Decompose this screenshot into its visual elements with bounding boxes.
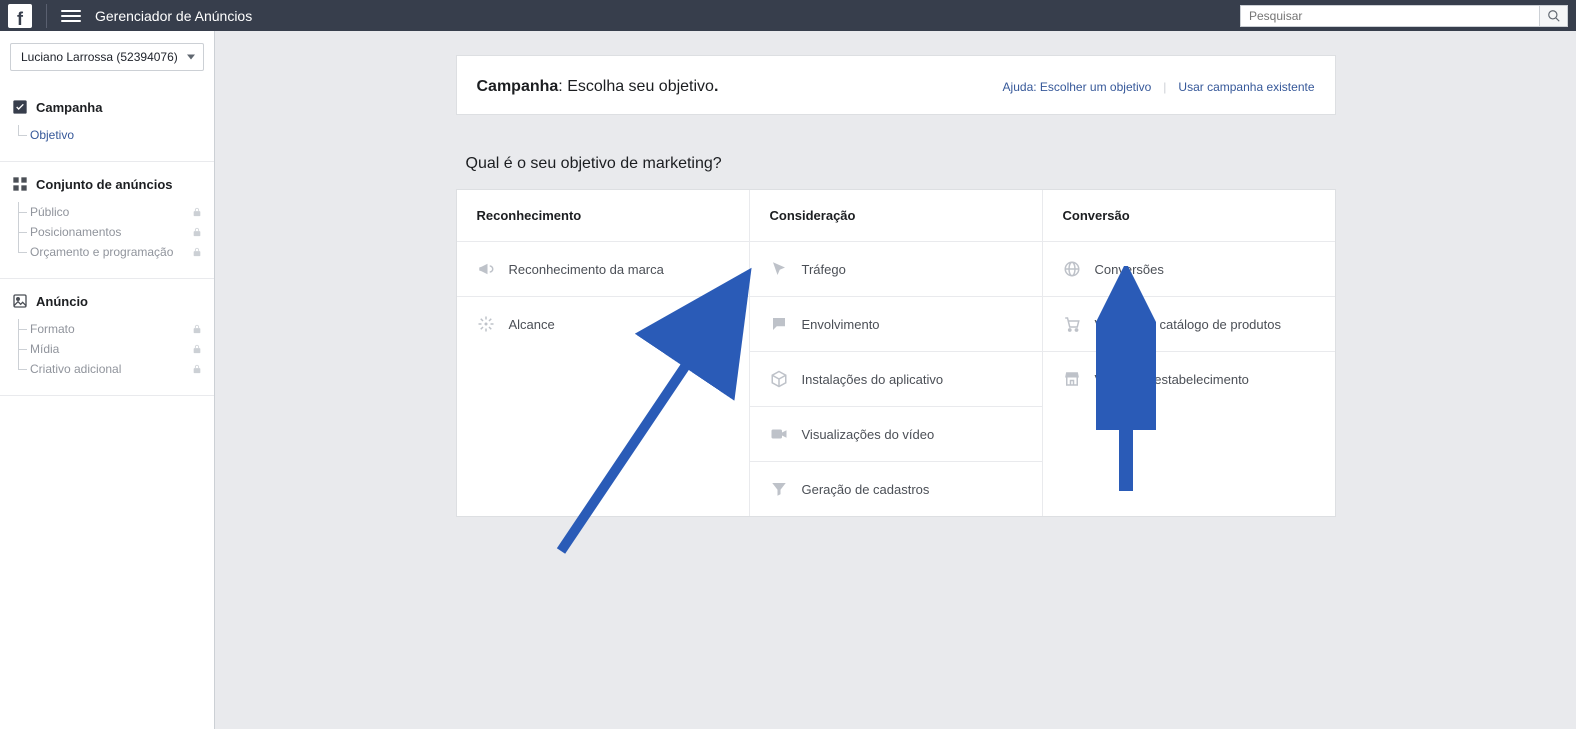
objective-label: Reconhecimento da marca — [509, 262, 664, 277]
card-header: Campanha: Escolha seu objetivo. Ajuda: E… — [457, 56, 1335, 114]
main: Campanha: Escolha seu objetivo. Ajuda: E… — [215, 31, 1576, 729]
card-title-rest: : Escolha seu objetivo — [558, 78, 714, 95]
account-selector[interactable]: Luciano Larrossa (52394076) — [10, 43, 204, 71]
comment-icon — [770, 315, 788, 333]
objective-label: Envolvimento — [802, 317, 880, 332]
facebook-logo-icon[interactable]: f — [8, 4, 32, 28]
objective-label: Vendas do catálogo de produtos — [1095, 317, 1281, 332]
use-existing-link[interactable]: Usar campanha existente — [1178, 80, 1314, 94]
lock-icon — [192, 206, 202, 218]
cursor-icon — [770, 260, 788, 278]
sidebar-section-ad: Anúncio Formato Mídia Criativo adicional — [0, 279, 214, 396]
sidebar-item-label: Público — [30, 205, 69, 219]
cart-icon — [1063, 315, 1081, 333]
checkbox-checked-icon — [12, 99, 28, 115]
objectives-column-consideration: Consideração Tráfego Envolvimento Instal… — [750, 190, 1043, 516]
search — [1240, 5, 1568, 27]
sidebar-heading-ad[interactable]: Anúncio — [0, 293, 214, 319]
objectives-grid: Reconhecimento Reconhecimento da marca A… — [456, 189, 1336, 517]
megaphone-icon — [477, 260, 495, 278]
objective-app-installs[interactable]: Instalações do aplicativo — [750, 352, 1042, 407]
card-title: Campanha: Escolha seu objetivo. — [477, 78, 719, 96]
funnel-icon — [770, 480, 788, 498]
lock-icon — [192, 343, 202, 355]
lock-icon — [192, 246, 202, 258]
search-button[interactable] — [1540, 5, 1568, 27]
sidebar-heading-adset[interactable]: Conjunto de anúncios — [0, 176, 214, 202]
sidebar-heading-label: Conjunto de anúncios — [36, 177, 173, 192]
store-icon — [1063, 370, 1081, 388]
objective-label: Conversões — [1095, 262, 1164, 277]
objectives-column-awareness: Reconhecimento Reconhecimento da marca A… — [457, 190, 750, 516]
sidebar-item-format: Formato — [0, 319, 214, 339]
sidebar-item-budget: Orçamento e programação — [0, 242, 214, 262]
sidebar-item-label: Criativo adicional — [30, 362, 121, 376]
column-header: Reconhecimento — [457, 190, 749, 242]
box-icon — [770, 370, 788, 388]
search-icon — [1547, 9, 1561, 23]
objective-store-visits[interactable]: Visitas ao estabelecimento — [1043, 352, 1335, 406]
sidebar: Luciano Larrossa (52394076) Campanha Obj… — [0, 31, 215, 729]
objective-conversions[interactable]: Conversões — [1043, 242, 1335, 297]
sidebar-heading-label: Anúncio — [36, 294, 88, 309]
objective-catalog-sales[interactable]: Vendas do catálogo de produtos — [1043, 297, 1335, 352]
sidebar-item-label: Mídia — [30, 342, 59, 356]
globe-icon — [1063, 260, 1081, 278]
lock-icon — [192, 226, 202, 238]
objective-traffic[interactable]: Tráfego — [750, 242, 1042, 297]
app-title: Gerenciador de Anúncios — [95, 8, 252, 24]
objectives-column-conversion: Conversão Conversões Vendas do catálogo … — [1043, 190, 1335, 516]
sidebar-section-adset: Conjunto de anúncios Público Posicioname… — [0, 162, 214, 279]
reach-icon — [477, 315, 495, 333]
video-icon — [770, 425, 788, 443]
objective-video-views[interactable]: Visualizações do vídeo — [750, 407, 1042, 462]
objective-reach[interactable]: Alcance — [457, 297, 749, 351]
help-link[interactable]: Ajuda: Escolher um objetivo — [1003, 80, 1152, 94]
lock-icon — [192, 363, 202, 375]
objective-label: Visualizações do vídeo — [802, 427, 935, 442]
sidebar-item-label: Formato — [30, 322, 75, 336]
sidebar-item-audience: Público — [0, 202, 214, 222]
objective-label: Visitas ao estabelecimento — [1095, 372, 1249, 387]
marketing-question: Qual é o seu objetivo de marketing? — [456, 115, 1336, 189]
column-header: Conversão — [1043, 190, 1335, 242]
hamburger-menu-icon[interactable] — [61, 6, 81, 26]
objective-brand-awareness[interactable]: Reconhecimento da marca — [457, 242, 749, 297]
card-title-strong: Campanha — [477, 78, 559, 95]
sidebar-item-placements: Posicionamentos — [0, 222, 214, 242]
sidebar-item-label: Objetivo — [30, 128, 74, 142]
objective-label: Tráfego — [802, 262, 846, 277]
objective-label: Alcance — [509, 317, 555, 332]
sidebar-item-label: Posicionamentos — [30, 225, 121, 239]
objective-engagement[interactable]: Envolvimento — [750, 297, 1042, 352]
objective-lead-gen[interactable]: Geração de cadastros — [750, 462, 1042, 516]
chevron-down-icon — [187, 55, 195, 60]
objective-label: Geração de cadastros — [802, 482, 930, 497]
sidebar-section-campaign: Campanha Objetivo — [0, 85, 214, 162]
column-header: Consideração — [750, 190, 1042, 242]
search-input[interactable] — [1240, 5, 1540, 27]
sidebar-heading-label: Campanha — [36, 100, 102, 115]
lock-icon — [192, 323, 202, 335]
layout: Luciano Larrossa (52394076) Campanha Obj… — [0, 31, 1576, 729]
card-title-dot: . — [714, 78, 718, 95]
image-icon — [12, 293, 28, 309]
sidebar-item-media: Mídia — [0, 339, 214, 359]
topbar-left: f Gerenciador de Anúncios — [8, 4, 252, 28]
campaign-header-card: Campanha: Escolha seu objetivo. Ajuda: E… — [456, 55, 1336, 115]
sidebar-item-objective[interactable]: Objetivo — [0, 125, 214, 145]
sidebar-item-creative: Criativo adicional — [0, 359, 214, 379]
card-header-links: Ajuda: Escolher um objetivo | Usar campa… — [1003, 80, 1315, 94]
objective-label: Instalações do aplicativo — [802, 372, 944, 387]
grid-icon — [12, 176, 28, 192]
link-separator: | — [1163, 80, 1166, 94]
account-selector-label: Luciano Larrossa (52394076) — [21, 50, 178, 64]
sidebar-item-label: Orçamento e programação — [30, 245, 173, 259]
sidebar-heading-campaign[interactable]: Campanha — [0, 99, 214, 125]
topbar: f Gerenciador de Anúncios — [0, 0, 1576, 31]
vertical-divider — [46, 4, 47, 28]
main-inner: Campanha: Escolha seu objetivo. Ajuda: E… — [456, 31, 1336, 517]
